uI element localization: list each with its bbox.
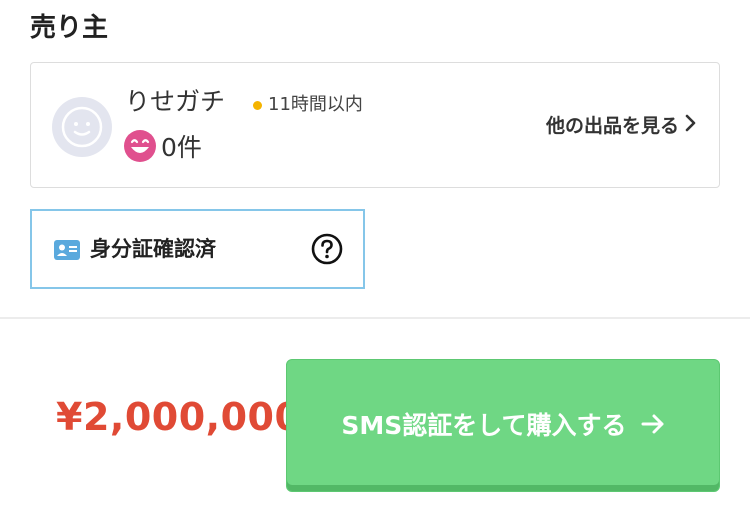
seller-rating: 0件 [123, 129, 202, 167]
other-listings-link[interactable]: 他の出品を見る [546, 113, 697, 139]
seller-name[interactable]: りせガチ [125, 85, 225, 119]
section-title: 売り主 [30, 13, 109, 43]
other-listings-label: 他の出品を見る [545, 115, 679, 137]
chevron-right-icon [685, 113, 697, 139]
last-active-status: 11時間以内 [253, 93, 363, 117]
section-divider [0, 317, 750, 319]
id-card-icon [54, 240, 80, 264]
seller-card[interactable]: りせガチ 11時間以内 0件 他の出品を見る [30, 62, 720, 188]
question-circle-icon[interactable] [311, 233, 343, 269]
activity-dot-icon [253, 100, 262, 110]
default-avatar-icon[interactable] [52, 97, 112, 157]
last-active-text: 11時間以内 [268, 94, 363, 115]
sms-verify-purchase-button[interactable]: SMS認証をして購入する [286, 359, 720, 492]
smile-face-icon [123, 129, 157, 167]
item-price: ¥2,000,000 [56, 395, 302, 439]
id-verified-label: 身分証確認済 [90, 237, 216, 261]
arrow-right-icon [641, 413, 665, 439]
id-verified-badge: 身分証確認済 [30, 209, 365, 289]
purchase-button-label: SMS認証をして購入する [341, 410, 627, 440]
rating-count: 0件 [161, 133, 202, 162]
